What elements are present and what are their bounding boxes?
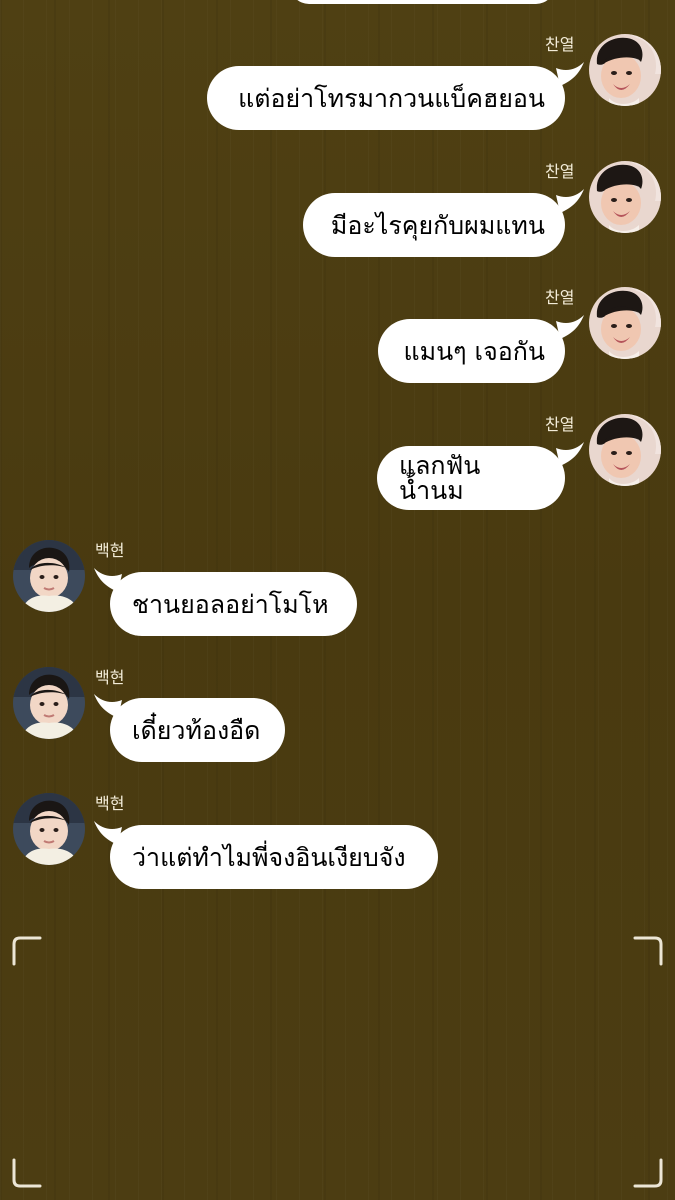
sender-avatar[interactable] [13, 793, 85, 865]
message-bubble[interactable]: ว่าแต่ทำไมพี่จงอินเงียบจัง [110, 825, 438, 889]
bubble-tail [92, 568, 122, 594]
message-bubble[interactable]: แมนๆ เจอกัน [378, 319, 565, 383]
message-text: แต่อย่าโทรมากวนแบ็คฮยอน [238, 83, 545, 113]
sender-name: 찬열 [545, 35, 575, 54]
sender-name: 찬열 [545, 288, 575, 307]
message-text: ชานยอลอย่าโมโห [132, 589, 329, 619]
bubble-tail [556, 62, 586, 88]
message-text: มีอะไรคุยกับผมแทน [330, 210, 545, 240]
message-text: แลกฟันน้ำนม [399, 451, 481, 505]
sender-avatar[interactable] [13, 667, 85, 739]
frame-corner-bottom-right-icon [633, 1158, 663, 1192]
bubble-tail [556, 442, 586, 468]
bubble-tail [556, 189, 586, 215]
sender-avatar[interactable] [589, 34, 661, 106]
sender-avatar[interactable] [589, 287, 661, 359]
frame-corner-top-left-icon [12, 936, 42, 970]
bubble-tail [92, 821, 122, 847]
sender-avatar[interactable] [589, 161, 661, 233]
sender-avatar[interactable] [13, 540, 85, 612]
message-text: แมนๆ เจอกัน [403, 336, 546, 366]
bubble-tail [556, 315, 586, 341]
sender-name: 찬열 [545, 415, 575, 434]
bubble-tail [92, 694, 122, 720]
previous-message-bubble-fragment [290, 0, 555, 4]
sender-name: 백현 [95, 794, 125, 813]
sender-name: 백현 [95, 541, 125, 560]
frame-corner-bottom-left-icon [12, 1158, 42, 1192]
message-bubble[interactable]: เดี๋ยวท้องอืด [110, 698, 285, 762]
message-text: ว่าแต่ทำไมพี่จงอินเงียบจัง [132, 842, 406, 872]
message-bubble[interactable]: มีอะไรคุยกับผมแทน [303, 193, 565, 257]
message-text: เดี๋ยวท้องอืด [132, 715, 261, 745]
message-bubble[interactable]: แลกฟันน้ำนม [377, 446, 565, 510]
message-bubble[interactable]: ชานยอลอย่าโมโห [110, 572, 357, 636]
sender-avatar[interactable] [589, 414, 661, 486]
message-bubble[interactable]: แต่อย่าโทรมากวนแบ็คฮยอน [207, 66, 565, 130]
sender-name: 찬열 [545, 162, 575, 181]
sender-name: 백현 [95, 668, 125, 687]
frame-corner-top-right-icon [633, 936, 663, 970]
